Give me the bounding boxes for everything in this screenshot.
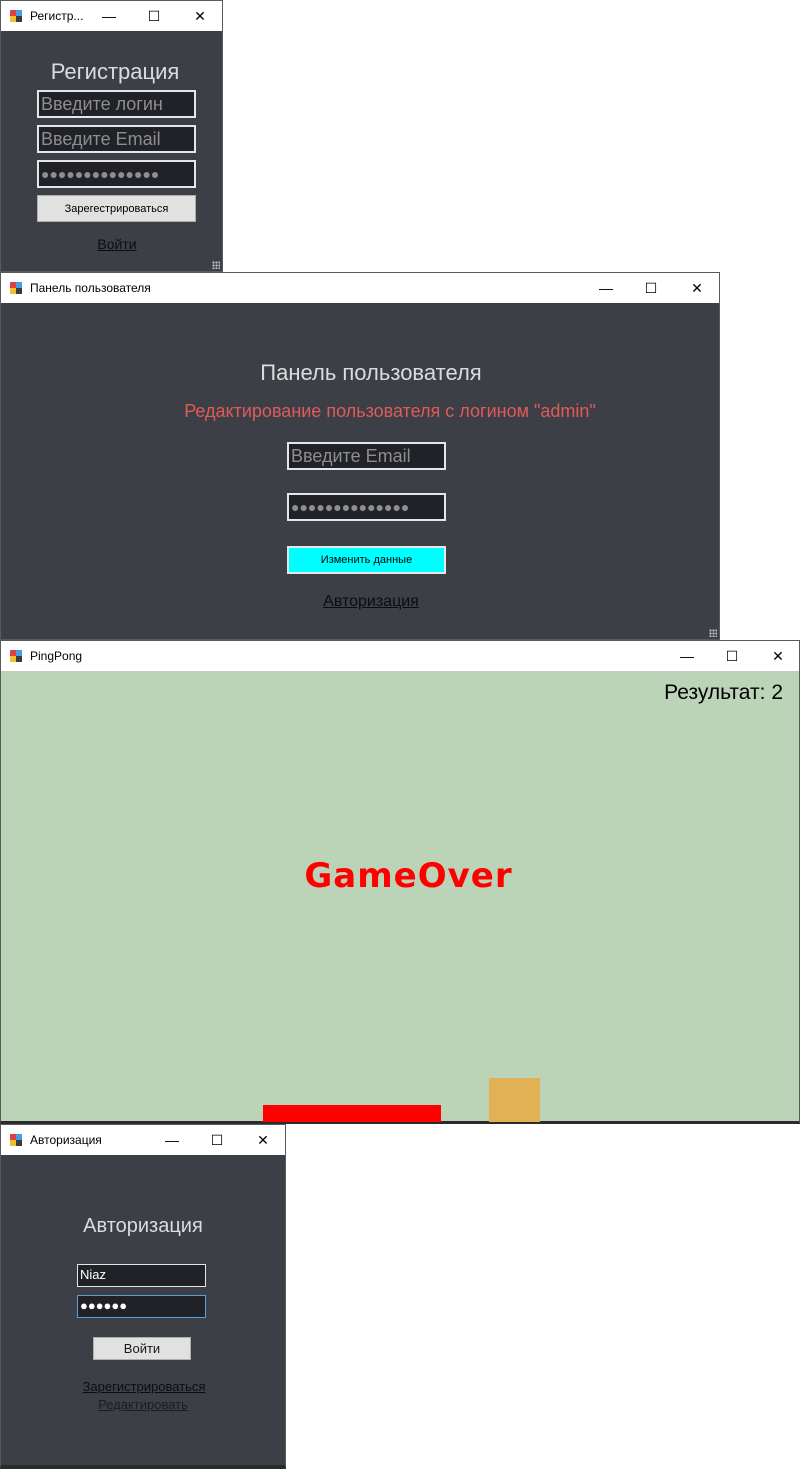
auth-window: Авторизация — ☐ ✕ Авторизация Niaz ●●●●●… <box>0 1124 286 1469</box>
user-panel-window: Панель пользователя — ☐ ✕ Панель пользов… <box>0 272 720 640</box>
maximize-button[interactable]: ☐ <box>194 1125 240 1155</box>
register-link[interactable]: Зарегистрироваться <box>1 1379 287 1394</box>
auth-titlebar[interactable]: Авторизация — ☐ ✕ <box>1 1125 285 1155</box>
edit-user-subheading: Редактирование пользователя с логином "a… <box>184 401 596 421</box>
auth-client-area: Авторизация Niaz ●●●●●● Войти Зарегистри… <box>1 1155 285 1465</box>
authorization-link[interactable]: Авторизация <box>1 593 741 611</box>
login-input[interactable]: Niaz <box>77 1264 206 1287</box>
minimize-button[interactable]: — <box>149 1125 195 1155</box>
close-button[interactable]: ✕ <box>674 273 720 303</box>
maximize-button[interactable]: ☐ <box>628 273 674 303</box>
email-input[interactable]: Введите Email <box>287 442 446 470</box>
app-icon <box>10 282 23 294</box>
password-input[interactable]: ●●●●●●●●●●●●●● <box>287 493 446 521</box>
pingpong-titlebar[interactable]: PingPong — ☐ ✕ <box>1 641 799 671</box>
game-field: Результат: 2 GameOver <box>1 671 799 1122</box>
close-button[interactable]: ✕ <box>755 641 800 671</box>
edit-link[interactable]: Редактировать <box>1 1397 285 1412</box>
paddle <box>263 1105 441 1122</box>
email-input[interactable]: Введите Email <box>37 125 196 153</box>
window-title: Регистр... <box>30 9 84 23</box>
app-icon <box>10 10 23 22</box>
close-button[interactable]: ✕ <box>240 1125 286 1155</box>
close-button[interactable]: ✕ <box>177 1 223 31</box>
register-titlebar[interactable]: Регистр... — ☐ ✕ <box>1 1 222 31</box>
user-panel-titlebar[interactable]: Панель пользователя — ☐ ✕ <box>1 273 719 303</box>
score-label: Результат: 2 <box>664 681 783 704</box>
game-over-label: GameOver <box>304 856 513 896</box>
pingpong-window: PingPong — ☐ ✕ Результат: 2 GameOver <box>0 640 800 1124</box>
ball-block <box>489 1078 540 1122</box>
register-client-area: Регистрация Введите логин Введите Email … <box>1 31 222 271</box>
app-icon <box>10 1134 23 1146</box>
minimize-button[interactable]: — <box>86 1 132 31</box>
login-button[interactable]: Войти <box>93 1337 191 1360</box>
user-panel-client-area: Панель пользователя Редактирование польз… <box>1 303 719 639</box>
password-input[interactable]: ●●●●●● <box>77 1295 206 1318</box>
maximize-button[interactable]: ☐ <box>131 1 177 31</box>
register-heading: Регистрация <box>50 59 180 84</box>
maximize-button[interactable]: ☐ <box>709 641 755 671</box>
register-window: Регистр... — ☐ ✕ Регистрация Введите лог… <box>0 0 223 272</box>
window-title: PingPong <box>30 649 83 663</box>
change-data-button[interactable]: Изменить данные <box>287 546 446 574</box>
resize-grip[interactable] <box>212 261 220 269</box>
login-link[interactable]: Войти <box>1 236 233 252</box>
auth-heading: Авторизация <box>83 1215 203 1237</box>
register-button[interactable]: Зарегестрироваться <box>37 195 196 222</box>
user-panel-heading: Панель пользователя <box>260 360 482 385</box>
window-title: Авторизация <box>30 1133 102 1147</box>
password-input[interactable]: ●●●●●●●●●●●●●● <box>37 160 196 188</box>
resize-grip[interactable] <box>709 629 717 637</box>
window-title: Панель пользователя <box>30 281 151 295</box>
login-input[interactable]: Введите логин <box>37 90 196 118</box>
minimize-button[interactable]: — <box>583 273 629 303</box>
app-icon <box>10 650 23 662</box>
minimize-button[interactable]: — <box>664 641 710 671</box>
